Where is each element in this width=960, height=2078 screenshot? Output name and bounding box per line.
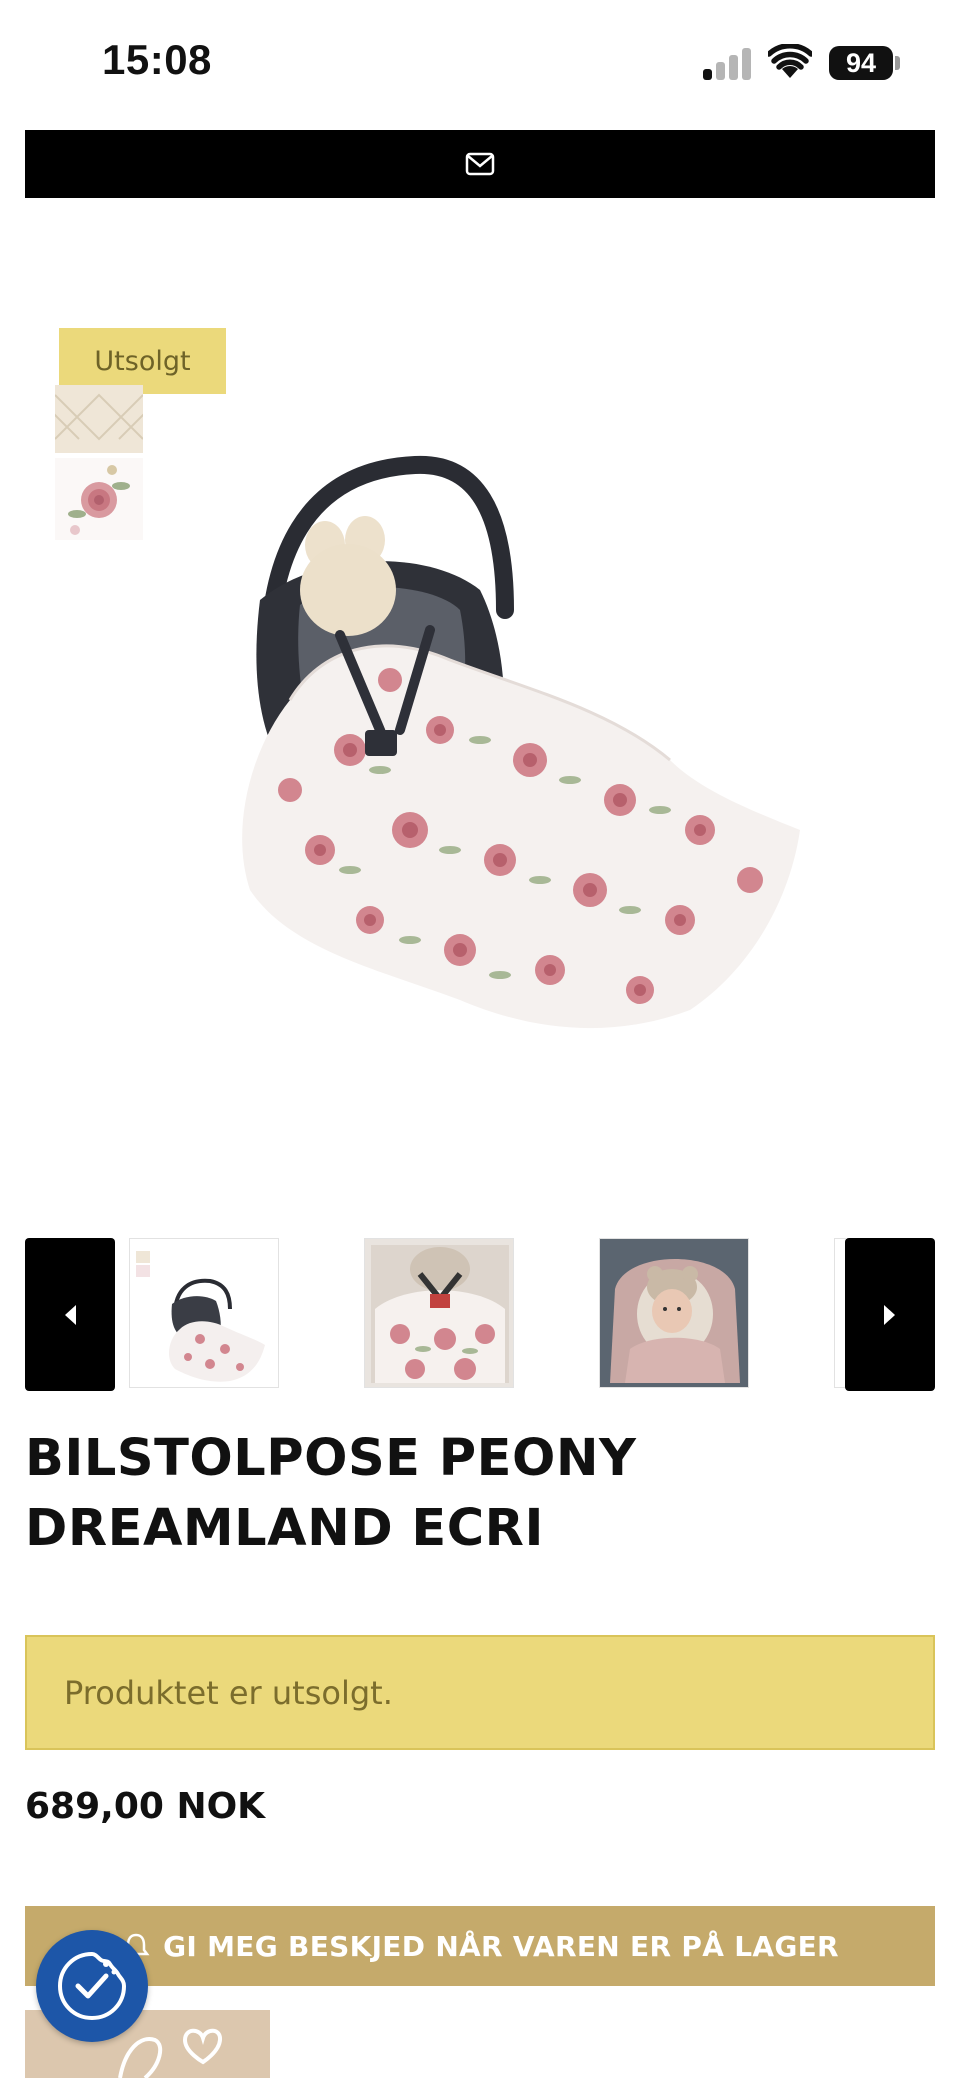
- contact-bar[interactable]: [25, 130, 935, 198]
- gallery-next-button[interactable]: [845, 1238, 935, 1391]
- caret-right-icon[interactable]: [883, 1304, 897, 1326]
- sold-out-notice: Produktet er utsolgt.: [25, 1635, 935, 1750]
- notify-when-in-stock-button[interactable]: GI MEG BESKJED NÅR VAREN ER PÅ LAGER: [25, 1906, 935, 1986]
- battery-indicator: 94: [829, 46, 893, 80]
- thumbnail-1[interactable]: [129, 1238, 279, 1388]
- wifi-icon: [768, 44, 812, 78]
- gallery-prev-button[interactable]: [25, 1238, 115, 1391]
- product-image: [242, 455, 800, 1029]
- status-bar: 15:08 94: [0, 0, 960, 120]
- product-title: BILSTOLPOSE PEONY DREAMLAND ECRI: [25, 1429, 637, 1558]
- signal-icon: [703, 48, 753, 80]
- thumbnail-3[interactable]: [599, 1238, 749, 1388]
- thumbnail-2[interactable]: [364, 1238, 514, 1388]
- fabric-swatch-rose: [55, 458, 143, 540]
- battery-tip: [895, 56, 900, 70]
- status-time: 15:08: [102, 36, 212, 83]
- caret-left-icon[interactable]: [63, 1304, 77, 1326]
- fabric-swatch-quilted: [55, 385, 143, 453]
- product-price: 689,00 NOK: [25, 1786, 266, 1827]
- product-main-image-area: Utsolgt: [25, 230, 935, 1160]
- notify-button-label: GI MEG BESKJED NÅR VAREN ER PÅ LAGER: [163, 1929, 839, 1963]
- sold-out-notice-text: Produktet er utsolgt.: [64, 1673, 393, 1712]
- cookie-check-icon: [57, 1951, 127, 2021]
- mail-icon[interactable]: [465, 152, 495, 176]
- cookie-settings-button[interactable]: [36, 1930, 148, 2042]
- thumbnail-gallery: [25, 1238, 935, 1391]
